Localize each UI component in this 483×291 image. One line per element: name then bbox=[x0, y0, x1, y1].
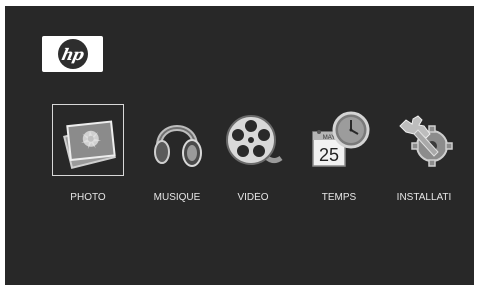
menu-item-video[interactable]: VIDÉO bbox=[207, 104, 299, 216]
menu-item-installation-icon-box bbox=[388, 104, 460, 176]
clock-icon bbox=[332, 111, 370, 149]
hp-logo-text: hp bbox=[60, 44, 85, 64]
headphones-icon bbox=[154, 125, 202, 167]
menu-item-photo-label: PHOTO bbox=[70, 192, 106, 203]
hp-logo-circle: hp bbox=[57, 39, 88, 69]
menu-item-temps[interactable]: MAY 25 TEMPS bbox=[293, 104, 385, 216]
menu-item-photo[interactable]: PHOTO bbox=[42, 104, 134, 216]
menu-item-temps-label: TEMPS bbox=[321, 192, 357, 203]
menu-screen: hp PHOTO MUSIQUE VIDÉO MAY 25 TEMPS INST… bbox=[5, 6, 474, 285]
menu-item-installation[interactable]: INSTALLATI bbox=[378, 104, 470, 216]
menu-item-video-icon-box bbox=[217, 104, 289, 176]
calendar-clock-icon: MAY 25 bbox=[312, 111, 370, 167]
hp-logo: hp bbox=[42, 36, 103, 72]
film-reel-icon bbox=[226, 115, 283, 165]
menu-item-temps-icon-box: MAY 25 bbox=[303, 104, 375, 176]
menu-item-photo-selection bbox=[52, 104, 124, 176]
photo-icon bbox=[63, 120, 116, 169]
calendar-month: MAY bbox=[323, 135, 336, 141]
menu-item-musique-icon-box bbox=[141, 104, 213, 176]
wrench-gear-icon bbox=[399, 115, 453, 167]
menu-item-video-label: VIDÉO bbox=[237, 192, 269, 203]
menu-item-installation-label: INSTALLATI bbox=[396, 192, 452, 203]
calendar-day: 25 bbox=[319, 145, 339, 165]
